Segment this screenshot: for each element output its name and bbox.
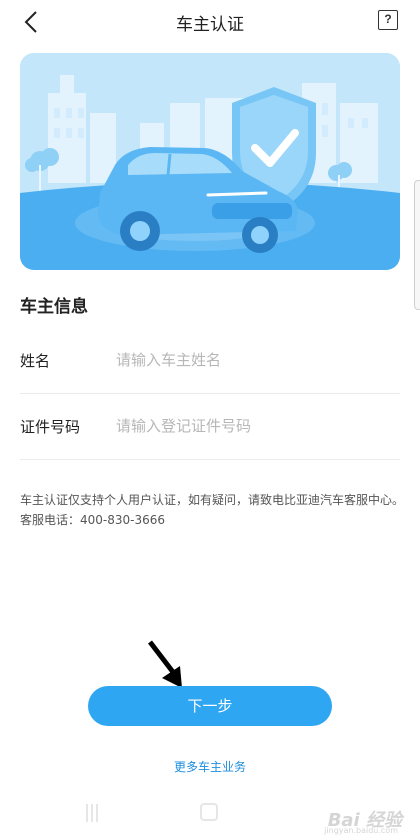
top-bar: 车主认证 ? xyxy=(0,0,420,44)
car-illustration xyxy=(20,53,400,270)
id-number-row: 证件号码 xyxy=(20,396,400,460)
recent-apps-icon[interactable] xyxy=(84,804,100,822)
page-title: 车主认证 xyxy=(176,15,244,35)
service-phone: 客服电话：400-830-3666 xyxy=(20,513,166,527)
name-label: 姓名 xyxy=(20,352,51,370)
side-scroll-handle[interactable] xyxy=(414,180,420,310)
name-input[interactable] xyxy=(116,344,386,376)
arrow-pointer-icon xyxy=(148,640,182,688)
id-number-label: 证件号码 xyxy=(20,418,81,436)
home-icon[interactable] xyxy=(200,803,218,821)
next-step-button[interactable]: 下一步 xyxy=(88,686,332,726)
help-icon[interactable]: ? xyxy=(378,10,398,30)
owner-info-heading: 车主信息 xyxy=(20,297,88,317)
owner-banner xyxy=(20,53,400,270)
notice-text: 车主认证仅支持个人用户认证，如有疑问，请致电比亚迪汽车客服中心。 客服电话：40… xyxy=(20,490,405,530)
id-number-input[interactable] xyxy=(116,410,386,442)
system-nav-bar: Bai 经验 jingyan.baidu.com xyxy=(0,798,420,838)
notice-line-1: 车主认证仅支持个人用户认证，如有疑问，请致电比亚迪汽车客服中心。 xyxy=(20,493,405,507)
more-owner-services-link[interactable]: 更多车主业务 xyxy=(0,758,420,775)
watermark-url: jingyan.baidu.com xyxy=(324,826,398,835)
name-row: 姓名 xyxy=(20,330,400,394)
